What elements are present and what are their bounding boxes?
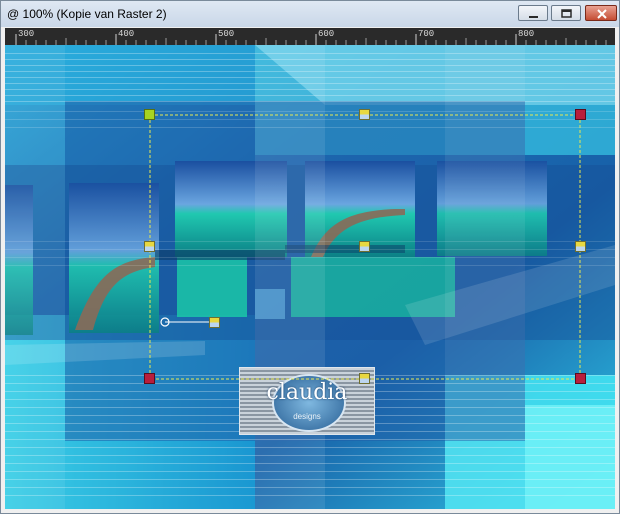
- handle-bottom-left[interactable]: [144, 373, 155, 384]
- ruler-label-400: 400: [118, 29, 135, 39]
- close-icon: [597, 9, 607, 19]
- image-window: @ 100% (Kopie van Raster 2) 300 400 500 …: [0, 0, 620, 514]
- handle-middle-left[interactable]: [144, 241, 155, 252]
- minimize-icon: [529, 16, 538, 18]
- ruler-label-300: 300: [18, 29, 35, 39]
- ruler-label-800: 800: [518, 29, 535, 39]
- image-canvas[interactable]: claudia designs: [5, 45, 615, 509]
- handle-top-right[interactable]: [575, 109, 586, 120]
- selection-overlay: [149, 114, 581, 380]
- minimize-button[interactable]: [518, 5, 548, 21]
- ruler-label-500: 500: [218, 29, 235, 39]
- handle-top-left[interactable]: [144, 109, 155, 120]
- handle-bottom-middle[interactable]: [359, 373, 370, 384]
- handle-center[interactable]: [359, 241, 370, 252]
- maximize-icon: [561, 9, 572, 18]
- maximize-button[interactable]: [551, 5, 581, 21]
- ruler-label-600: 600: [318, 29, 335, 39]
- handle-middle-right[interactable]: [575, 241, 586, 252]
- handle-top-middle[interactable]: [359, 109, 370, 120]
- horizontal-ruler: 300 400 500 600 700 800: [5, 28, 615, 45]
- title-bar[interactable]: @ 100% (Kopie van Raster 2): [1, 1, 619, 27]
- handle-bottom-right[interactable]: [575, 373, 586, 384]
- window-title: @ 100% (Kopie van Raster 2): [7, 7, 167, 21]
- close-button[interactable]: [585, 5, 617, 21]
- ruler-label-700: 700: [418, 29, 435, 39]
- handle-rotate-pivot[interactable]: [209, 317, 220, 328]
